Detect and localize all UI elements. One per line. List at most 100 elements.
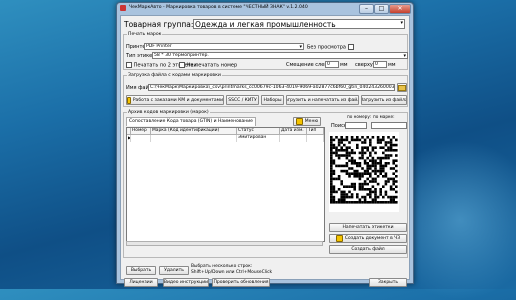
client-area: Товарная группа: Одежда и легкая промышл… bbox=[120, 15, 410, 287]
create-document-button[interactable]: Создать документ в ЧЗ bbox=[329, 234, 407, 243]
datamatrix-module bbox=[374, 177, 377, 181]
datamatrix-module bbox=[371, 180, 375, 183]
datamatrix-module bbox=[340, 169, 343, 173]
no-number-option[interactable]: Не печатать номер bbox=[179, 62, 237, 69]
datamatrix-module bbox=[330, 138, 333, 142]
minimize-button[interactable]: – bbox=[359, 4, 374, 14]
table-row[interactable]: ▶ Эмитирован bbox=[127, 135, 324, 142]
datamatrix-module bbox=[374, 164, 377, 168]
create-file-button[interactable]: Создать файл bbox=[329, 245, 407, 254]
datamatrix-module bbox=[332, 169, 336, 173]
no-preview-checkbox-label[interactable]: Без просмотра bbox=[307, 44, 354, 51]
column-header-date[interactable]: Дата изм. bbox=[280, 128, 307, 135]
load-and-print-button[interactable]: Загрузить и напечатать из файла bbox=[286, 95, 359, 105]
datamatrix-code bbox=[329, 132, 399, 212]
datamatrix-module bbox=[350, 138, 354, 142]
cell-type bbox=[307, 135, 324, 142]
column-header-number[interactable]: Номер bbox=[131, 128, 151, 135]
printer-select[interactable]: PDF Printer bbox=[144, 43, 304, 50]
datamatrix-module bbox=[371, 136, 375, 139]
sets-button[interactable]: Наборы bbox=[261, 95, 284, 105]
column-header-status[interactable]: Статус bbox=[237, 128, 280, 135]
sscc-button[interactable]: SSCC / КИТУ bbox=[226, 95, 259, 105]
datamatrix-module bbox=[332, 143, 336, 147]
datamatrix-module bbox=[356, 172, 359, 175]
datamatrix-module bbox=[371, 156, 375, 160]
datamatrix-module bbox=[395, 169, 398, 173]
delete-button[interactable]: Удалить bbox=[159, 266, 189, 275]
maximize-button[interactable]: □ bbox=[374, 4, 389, 14]
datamatrix-module bbox=[332, 185, 336, 188]
datamatrix-module bbox=[348, 159, 351, 162]
column-header-code[interactable]: Марка (Код идентификации) bbox=[151, 128, 237, 135]
datamatrix-module bbox=[348, 141, 351, 144]
datamatrix-module bbox=[356, 146, 359, 149]
datamatrix-module bbox=[330, 146, 333, 149]
video-instructions-button[interactable]: Видео инструкции bbox=[163, 278, 209, 287]
datamatrix-module bbox=[345, 138, 349, 142]
archive-section-title: Архив кодов маркировки (марок) bbox=[127, 110, 210, 115]
close-window-button[interactable]: ✕ bbox=[389, 4, 411, 14]
load-from-file-button[interactable]: Загрузить из файла bbox=[361, 95, 407, 105]
datamatrix-module bbox=[345, 151, 349, 155]
title-bar[interactable]: ЧекМаркАвто - Маркировка товаров в систе… bbox=[117, 3, 413, 14]
search-by-number-input[interactable] bbox=[345, 122, 367, 129]
datamatrix-module bbox=[382, 167, 385, 170]
datamatrix-module bbox=[376, 141, 380, 144]
orders-documents-button[interactable]: Работа с заказами КМ и документами bbox=[126, 95, 224, 105]
open-folder-button[interactable] bbox=[397, 83, 407, 92]
datamatrix-module bbox=[358, 185, 362, 188]
app-icon bbox=[120, 5, 126, 11]
datamatrix-module bbox=[363, 169, 367, 173]
datamatrix-module bbox=[371, 190, 375, 194]
window-title: ЧекМаркАвто - Маркировка товаров в систе… bbox=[129, 5, 308, 10]
license-button[interactable]: Лицензии bbox=[124, 278, 158, 287]
offset-top-input[interactable]: 0 bbox=[373, 61, 387, 68]
datamatrix-module bbox=[392, 177, 395, 181]
datamatrix-module bbox=[353, 162, 356, 165]
close-button[interactable]: Закрыть bbox=[369, 278, 407, 287]
datamatrix-module bbox=[350, 182, 354, 186]
print-two-checkbox[interactable] bbox=[126, 62, 132, 68]
datamatrix-module bbox=[361, 182, 364, 186]
datamatrix-module bbox=[345, 201, 349, 204]
no-number-checkbox[interactable] bbox=[179, 62, 185, 68]
check-updates-button[interactable]: Проверить обновления bbox=[212, 278, 270, 287]
datamatrix-module bbox=[384, 172, 388, 175]
datamatrix-module bbox=[374, 180, 377, 183]
multi-select-hint: Выбрать несколько строк: Shift+Up/Down и… bbox=[191, 264, 273, 275]
column-header-type[interactable]: Тип bbox=[307, 128, 324, 135]
datamatrix-module bbox=[343, 198, 346, 201]
datamatrix-module bbox=[369, 188, 372, 191]
datamatrix-module bbox=[345, 172, 349, 175]
select-button[interactable]: Выбрать bbox=[126, 266, 156, 275]
datamatrix-module bbox=[371, 162, 375, 165]
product-group-select[interactable]: Одежда и легкая промышленность bbox=[193, 19, 405, 29]
datamatrix-module bbox=[330, 172, 333, 175]
datamatrix-module bbox=[348, 175, 351, 178]
datamatrix-module bbox=[335, 164, 338, 168]
filename-input[interactable]: C:\ЧекМарк\Маркировка\_csv\printmarks_cc… bbox=[148, 84, 395, 91]
datamatrix-module bbox=[374, 193, 377, 196]
datamatrix-module bbox=[337, 138, 341, 142]
datamatrix-module bbox=[353, 201, 356, 204]
table-horizontal-scrollbar[interactable] bbox=[126, 241, 323, 246]
datamatrix-module bbox=[384, 190, 388, 194]
no-preview-checkbox[interactable] bbox=[347, 44, 354, 50]
offset-left-input[interactable]: 0 bbox=[325, 61, 339, 68]
label-type-select[interactable]: 58 * 30 термопринтер. bbox=[152, 52, 408, 59]
datamatrix-module bbox=[348, 185, 351, 188]
datamatrix-module bbox=[337, 149, 341, 152]
datamatrix-module bbox=[363, 172, 367, 175]
print-labels-button[interactable]: Напечатать этикетки bbox=[329, 223, 407, 232]
datamatrix-module bbox=[343, 185, 346, 188]
search-by-mark-input[interactable] bbox=[371, 122, 407, 129]
datamatrix-module bbox=[382, 175, 385, 178]
codes-table[interactable]: Номер Марка (Код идентификации) Статус Д… bbox=[126, 127, 325, 242]
datamatrix-module bbox=[363, 162, 367, 165]
menu-button[interactable]: Меню bbox=[293, 117, 321, 126]
datamatrix-module bbox=[353, 159, 356, 162]
datamatrix-module bbox=[337, 201, 341, 204]
datamatrix-module bbox=[332, 162, 336, 165]
tab-gtin-mapping[interactable]: Сопоставление Кода товара (GTIN) и Наиме… bbox=[126, 117, 256, 126]
